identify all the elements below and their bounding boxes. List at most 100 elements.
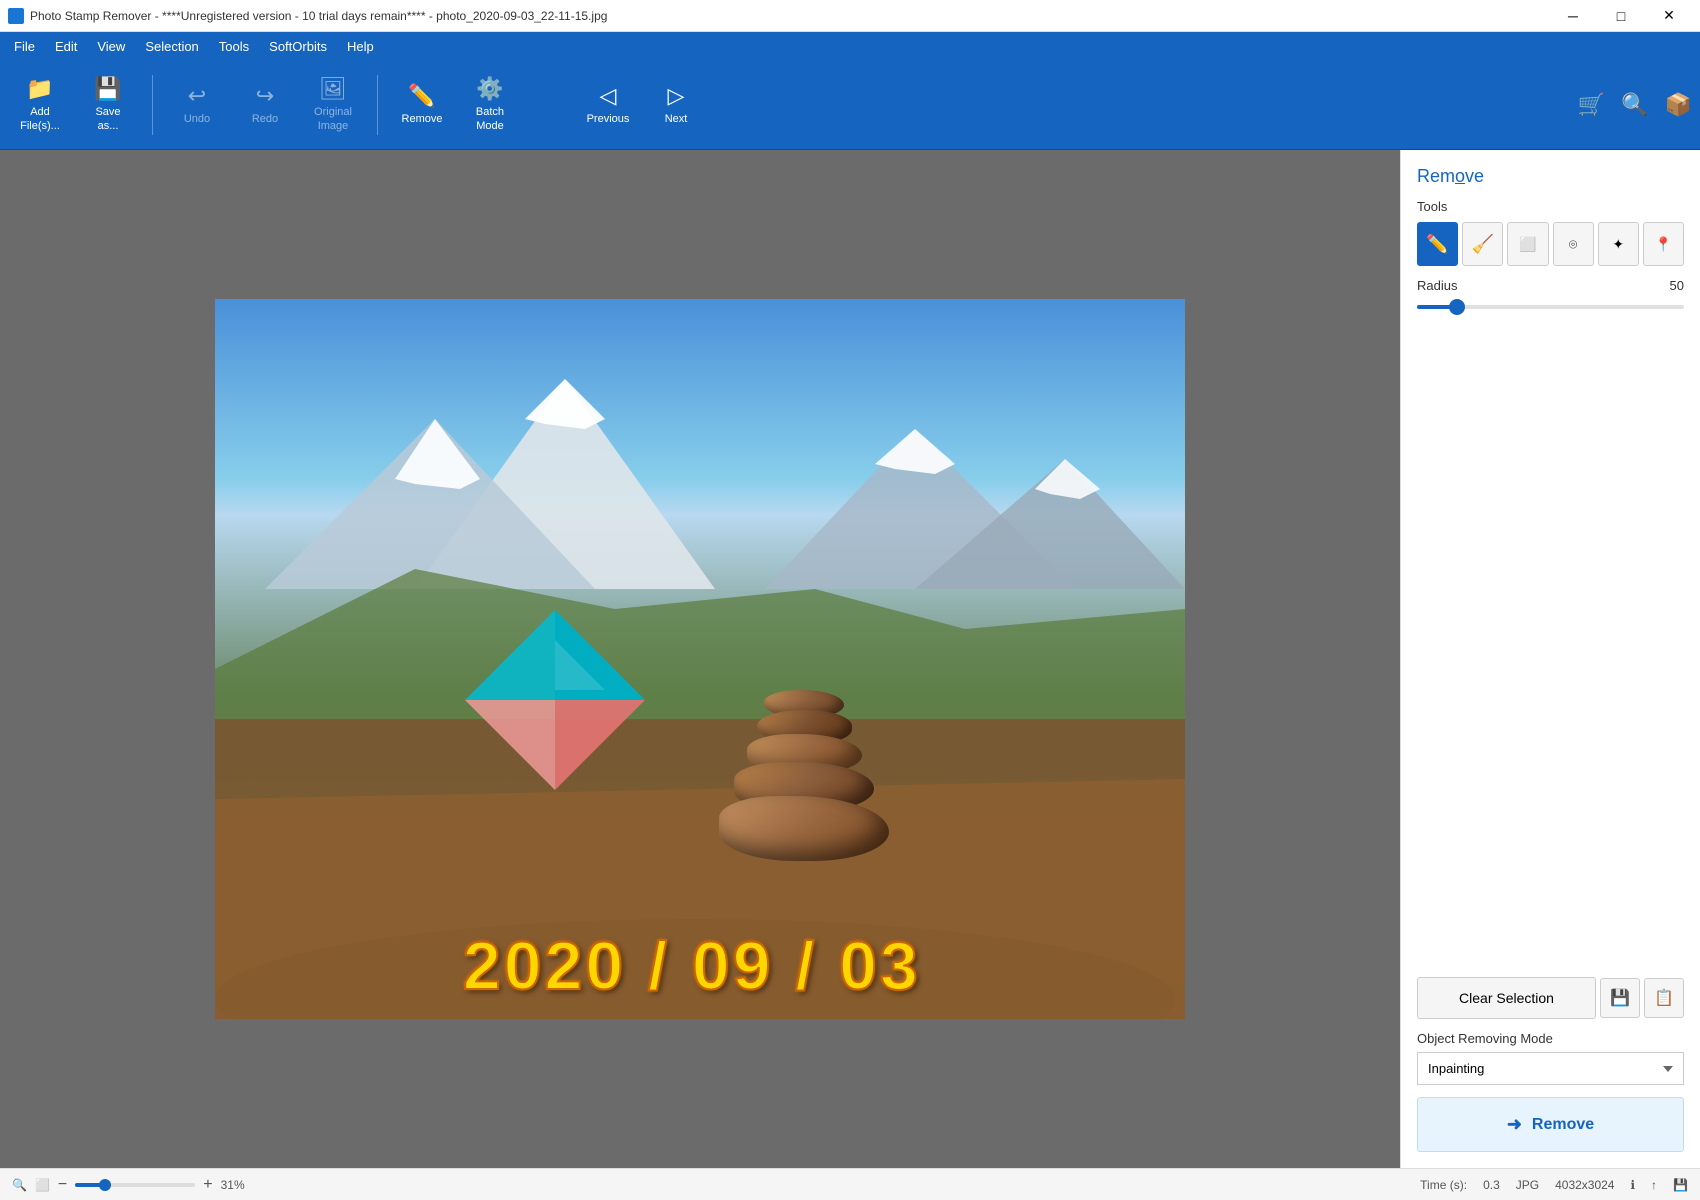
menu-file[interactable]: File [4, 35, 45, 58]
remove-tool-button[interactable]: ✏️ Remove [390, 65, 454, 145]
previous-button[interactable]: ◁ Previous [576, 65, 640, 145]
save-icon[interactable]: 💾 [1673, 1178, 1688, 1192]
menu-edit[interactable]: Edit [45, 35, 87, 58]
status-bar: 🔍 ⬜ − + 31% Time (s): 0.3 JPG 4032x3024 … [0, 1168, 1700, 1200]
original-image-label: OriginalImage [314, 106, 352, 132]
undo-button[interactable]: ↩ Undo [165, 65, 229, 145]
minimize-button[interactable]: ─ [1550, 0, 1596, 32]
zoom-slider-track[interactable] [75, 1183, 195, 1187]
right-panel: Remove Tools ✏️ 🧹 ⬜ ⌾ ✦ [1400, 150, 1700, 1168]
brush-icon: ✏️ [1426, 234, 1448, 255]
zoom-percent: 31% [221, 1178, 245, 1192]
status-bar-right: Time (s): 0.3 JPG 4032x3024 ℹ ↑ 💾 [1420, 1178, 1688, 1192]
original-image-button[interactable]: 🖼 OriginalImage [301, 65, 365, 145]
status-minus-icon[interactable]: − [58, 1176, 67, 1194]
next-button[interactable]: ▷ Next [644, 65, 708, 145]
status-zoom-out-icon[interactable]: 🔍 [12, 1178, 27, 1192]
menu-tools[interactable]: Tools [209, 35, 259, 58]
menu-selection[interactable]: Selection [135, 35, 208, 58]
menu-softorbits[interactable]: SoftOrbits [259, 35, 337, 58]
eraser-tool-button[interactable]: 🧹 [1462, 222, 1503, 266]
window-controls: ─ □ ✕ [1550, 0, 1692, 32]
status-fit-icon[interactable]: ⬜ [35, 1178, 50, 1192]
brush-tool-button[interactable]: ✏️ [1417, 222, 1458, 266]
slider-thumb[interactable] [1449, 299, 1465, 315]
time-label: Time (s): [1420, 1178, 1467, 1192]
status-bar-left: 🔍 ⬜ − + 31% [12, 1176, 1404, 1194]
copy-selection-button[interactable]: 📋 [1644, 978, 1684, 1018]
box-icon[interactable]: 📦 [1665, 92, 1692, 118]
clear-selection-button[interactable]: Clear Selection [1417, 977, 1596, 1019]
toolbar-right-icons: 🛒 🔍 📦 [1578, 92, 1692, 118]
radius-section: Radius 50 [1417, 278, 1684, 317]
action-row: Clear Selection 💾 📋 [1417, 977, 1684, 1019]
object-removing-mode-section: Object Removing Mode Inpainting Content … [1417, 1031, 1684, 1085]
remove-button[interactable]: ➜ Remove [1417, 1097, 1684, 1152]
undo-icon: ↩ [188, 83, 206, 109]
save-as-icon: 💾 [94, 76, 121, 102]
stacked-rocks [719, 690, 889, 861]
lasso-tool-button[interactable]: ⌾ [1553, 222, 1594, 266]
rock-5 [719, 796, 889, 861]
lasso-icon: ⌾ [1569, 236, 1577, 253]
object-removing-mode-select[interactable]: Inpainting Content Aware Smear [1417, 1052, 1684, 1085]
tools-section: Tools ✏️ 🧹 ⬜ ⌾ ✦ 📍 [1417, 199, 1684, 266]
panel-title: Remove [1417, 166, 1684, 187]
redo-label: Redo [252, 113, 278, 126]
radius-slider-container[interactable] [1417, 297, 1684, 317]
magic-wand-icon: ✦ [1612, 236, 1624, 253]
status-plus-icon[interactable]: + [203, 1176, 212, 1194]
panel-title-underline: o [1455, 166, 1465, 186]
toolbar: 📁 AddFile(s)... 💾 Saveas... ↩ Undo ↪ Red… [0, 60, 1700, 150]
next-icon: ▷ [668, 83, 685, 109]
remove-button-label: Remove [1532, 1116, 1594, 1134]
rect-icon: ⬜ [1519, 236, 1536, 253]
redo-button[interactable]: ↪ Redo [233, 65, 297, 145]
landscape-svg [215, 299, 1185, 1019]
slider-track [1417, 305, 1684, 309]
remove-arrow: ➜ [1507, 1114, 1522, 1135]
toolbar-sep-1 [152, 75, 153, 135]
add-files-icon: 📁 [26, 76, 53, 102]
search-icon[interactable]: 🔍 [1621, 92, 1648, 118]
rect-tool-button[interactable]: ⬜ [1507, 222, 1548, 266]
toolbar-sep-2 [377, 75, 378, 135]
magic-wand-button[interactable]: ✦ [1598, 222, 1639, 266]
batch-mode-label: BatchMode [476, 106, 504, 132]
watermark-logo [455, 600, 655, 803]
date-watermark: 2020 / 09 / 03 [463, 927, 921, 1005]
save-as-button[interactable]: 💾 Saveas... [76, 65, 140, 145]
undo-label: Undo [184, 113, 210, 126]
previous-label: Previous [587, 113, 630, 126]
menu-bar: File Edit View Selection Tools SoftOrbit… [0, 32, 1700, 60]
batch-mode-button[interactable]: ⚙️ BatchMode [458, 65, 522, 145]
spacer [1417, 329, 1684, 965]
main-content: 2020 / 09 / 03 Remove Tools ✏️ 🧹 [0, 150, 1700, 1168]
title-bar: Photo Stamp Remover - ****Unregistered v… [0, 0, 1700, 32]
next-label: Next [665, 113, 688, 126]
radius-label: Radius [1417, 278, 1457, 293]
close-button[interactable]: ✕ [1646, 0, 1692, 32]
save-selection-button[interactable]: 💾 [1600, 978, 1640, 1018]
tool-buttons-row: ✏️ 🧹 ⬜ ⌾ ✦ 📍 [1417, 222, 1684, 266]
photo-container: 2020 / 09 / 03 [215, 299, 1185, 1019]
batch-mode-icon: ⚙️ [476, 76, 503, 102]
title-bar-text: Photo Stamp Remover - ****Unregistered v… [30, 9, 607, 23]
original-image-icon: 🖼 [319, 76, 347, 102]
share-icon[interactable]: ↑ [1651, 1178, 1657, 1192]
photo-background: 2020 / 09 / 03 [215, 299, 1185, 1019]
menu-view[interactable]: View [87, 35, 135, 58]
canvas-area[interactable]: 2020 / 09 / 03 [0, 150, 1400, 1168]
maximize-button[interactable]: □ [1598, 0, 1644, 32]
app-icon [8, 8, 24, 24]
cart-icon[interactable]: 🛒 [1578, 92, 1605, 118]
menu-help[interactable]: Help [337, 35, 384, 58]
eraser-icon: 🧹 [1472, 234, 1494, 255]
stamp-icon: 📍 [1655, 236, 1672, 253]
info-icon[interactable]: ℹ [1630, 1178, 1635, 1192]
zoom-slider-thumb[interactable] [99, 1179, 111, 1191]
stamp-tool-button[interactable]: 📍 [1643, 222, 1684, 266]
previous-icon: ◁ [600, 83, 617, 109]
add-files-button[interactable]: 📁 AddFile(s)... [8, 65, 72, 145]
save-selection-icon: 💾 [1610, 988, 1630, 1008]
